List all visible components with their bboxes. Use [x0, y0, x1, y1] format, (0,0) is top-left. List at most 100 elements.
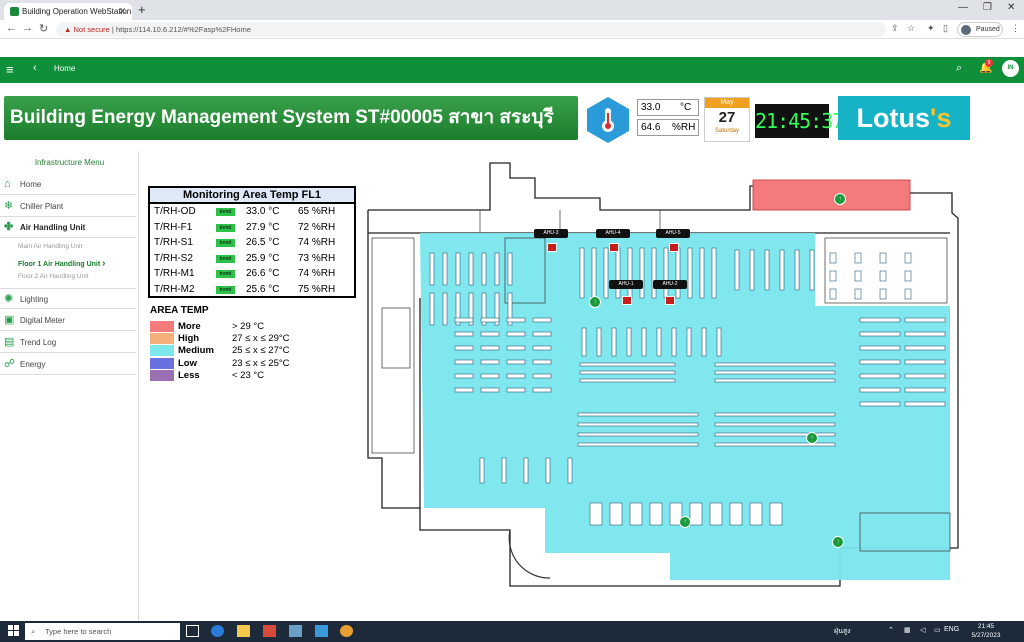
- subitem-floor1-ahu[interactable]: Floor 1 Air Handling Unit ›: [18, 258, 105, 269]
- sidebar-item-energy[interactable]: ☍ Energy: [0, 354, 136, 375]
- tray-chevron-icon[interactable]: ⌃: [888, 626, 894, 634]
- temp-sensor-icon[interactable]: ↑: [806, 432, 818, 444]
- legend-swatch: [150, 357, 174, 369]
- taskbar-search-input[interactable]: ⌕ Type here to search: [25, 623, 180, 640]
- lightbulb-icon: ✺: [4, 293, 14, 305]
- ahu-status-icon[interactable]: [609, 243, 619, 252]
- shelf: [577, 422, 699, 427]
- ahu-label[interactable]: AHU-3: [534, 229, 568, 238]
- trend-icon: ▤: [4, 336, 15, 348]
- legend-swatch: [150, 333, 174, 345]
- user-avatar[interactable]: IN: [1002, 60, 1019, 77]
- shelf: [611, 327, 617, 357]
- forward-icon[interactable]: →: [22, 22, 33, 34]
- meter-icon: ▣: [4, 314, 15, 326]
- app-icon[interactable]: [263, 625, 276, 637]
- browser-tab[interactable]: Building Operation WebStation ✕: [4, 3, 132, 20]
- ahu-label[interactable]: AHU-2: [653, 280, 687, 289]
- subitem-floor2-ahu[interactable]: Floor 2 Air Handling Unit: [18, 273, 88, 280]
- sidebar-item-trend-log[interactable]: ▤ Trend Log: [0, 332, 136, 353]
- edge-icon[interactable]: [211, 625, 224, 637]
- trend-button[interactable]: trend: [216, 223, 235, 232]
- subitem-main-ahu[interactable]: Main Air Handling Unit: [18, 243, 82, 250]
- windows-start-icon[interactable]: [8, 625, 20, 637]
- windows-taskbar: ⌕ Type here to search ฝุ่นสูง ⌃ ▦ ◁ ▭ EN…: [0, 621, 1024, 642]
- task-view-icon[interactable]: [186, 625, 199, 637]
- temp-value: 26.5 °C: [246, 237, 280, 248]
- chrome-icon[interactable]: [340, 625, 353, 637]
- chevron-right-icon: ›: [102, 258, 106, 269]
- shelf: [709, 502, 723, 526]
- chevron-left-icon[interactable]: ‹: [33, 62, 37, 74]
- search-icon[interactable]: ⌕: [956, 62, 962, 75]
- app-icon[interactable]: [289, 625, 302, 637]
- temp-sensor-icon[interactable]: ↑: [679, 516, 691, 528]
- sidebar-item-digital-meter[interactable]: ▣ Digital Meter: [0, 310, 136, 331]
- calendar-weekday: Saturday: [714, 128, 739, 134]
- network-icon[interactable]: ▦: [904, 626, 911, 634]
- shelf: [859, 359, 901, 365]
- ahu-label[interactable]: AHU-4: [596, 229, 630, 238]
- kebab-menu-icon[interactable]: ⋮: [1011, 23, 1020, 34]
- legend-swatch: [150, 345, 174, 357]
- trend-button[interactable]: trend: [216, 239, 235, 247]
- file-explorer-icon[interactable]: [237, 625, 250, 637]
- breadcrumb[interactable]: Home: [54, 64, 75, 73]
- sidebar-item-chiller-plant[interactable]: ❄ Chiller Plant: [0, 196, 136, 217]
- shelf: [701, 327, 707, 357]
- hamburger-menu-icon[interactable]: ≡: [6, 62, 14, 77]
- battery-icon[interactable]: ▭: [934, 626, 941, 634]
- extensions-icon[interactable]: ✦: [927, 23, 935, 34]
- shelf: [589, 502, 603, 526]
- temp-sensor-icon[interactable]: ↑: [832, 536, 844, 548]
- shelf: [506, 387, 526, 393]
- sidebar-item-home[interactable]: ⌂ Home: [0, 174, 136, 195]
- shelf: [506, 359, 526, 365]
- shelf: [854, 270, 862, 282]
- volume-icon[interactable]: ◁: [920, 626, 925, 634]
- shelf: [794, 249, 800, 291]
- shelf: [532, 387, 552, 393]
- site-favicon-icon: [10, 7, 19, 16]
- sidebar-item-lighting[interactable]: ✺ Lighting: [0, 288, 136, 309]
- bell-icon[interactable]: 🔔 9: [979, 59, 993, 74]
- rh-value: 74 %RH: [298, 237, 336, 248]
- temp-sensor-icon[interactable]: ↑: [834, 193, 846, 205]
- shelf: [809, 249, 815, 291]
- trend-button[interactable]: trend: [216, 254, 235, 263]
- rh-value: 75 %RH: [298, 283, 336, 295]
- ahu-status-icon[interactable]: [547, 243, 557, 252]
- ahu-label[interactable]: AHU-1: [609, 280, 643, 289]
- new-tab-icon[interactable]: +: [138, 2, 146, 17]
- ahu-status-icon[interactable]: [622, 296, 632, 305]
- trend-button[interactable]: trend: [216, 270, 235, 278]
- shelf: [627, 247, 633, 299]
- profile-button[interactable]: Paused: [957, 22, 1003, 37]
- back-icon[interactable]: ←: [6, 22, 17, 34]
- rh-value: 72 %RH: [298, 221, 336, 233]
- star-icon[interactable]: ☆: [907, 23, 915, 34]
- sidebar-item-air-handling-unit[interactable]: ✤ Air Handling Unit: [0, 217, 136, 238]
- close-window-icon[interactable]: ✕: [1007, 2, 1015, 13]
- temp-sensor-icon[interactable]: ↑: [589, 296, 601, 308]
- trend-button[interactable]: trend: [216, 285, 235, 294]
- ahu-label[interactable]: AHU-5: [656, 229, 690, 238]
- share-icon[interactable]: ⇪: [891, 23, 899, 34]
- url-input[interactable]: ▲ Not secure | https://114.10.6.212/#%2F…: [56, 22, 886, 37]
- reload-icon[interactable]: ↻: [39, 22, 48, 35]
- ahu-status-icon[interactable]: [665, 296, 675, 305]
- trend-button[interactable]: trend: [216, 208, 235, 216]
- shelf: [711, 247, 717, 299]
- shelf: [579, 362, 676, 367]
- ahu-status-icon[interactable]: [669, 243, 679, 252]
- taskbar-clock[interactable]: 21:45 5/27/2023: [962, 622, 1010, 640]
- shelf: [454, 387, 474, 393]
- close-tab-icon[interactable]: ✕: [118, 3, 126, 20]
- app-icon[interactable]: [315, 625, 328, 637]
- sidebar-item-label: Digital Meter: [20, 316, 65, 325]
- maximize-icon[interactable]: ❐: [983, 2, 992, 13]
- language-indicator[interactable]: ENG: [944, 626, 959, 633]
- snowflake-icon: ❄: [4, 200, 14, 212]
- minimize-icon[interactable]: —: [958, 2, 968, 13]
- sidepanel-icon[interactable]: ▯: [943, 23, 948, 34]
